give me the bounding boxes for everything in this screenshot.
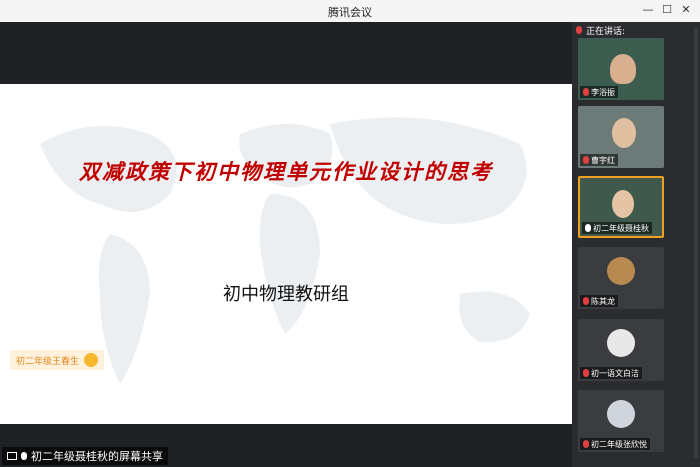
raised-hand-tag: 初二年级王春生: [10, 350, 105, 370]
participant-face: [612, 118, 636, 148]
world-map-background: [40, 117, 530, 384]
participant-face: [612, 190, 634, 218]
participant-name: 初二年级张欣悦: [580, 438, 650, 450]
participant-tile[interactable]: 李浴振: [578, 38, 664, 100]
screen-share-text: 初二年级聂桂秋的屏幕共享: [31, 450, 163, 463]
participant-tile[interactable]: 初二年级张欣悦: [578, 390, 664, 452]
mic-muted-icon: [576, 26, 582, 34]
participant-sidebar: 正在讲话: 李浴振 曹宇红 初二年级聂桂秋 陈其龙 初一语文白洁 初二年级张欣悦: [572, 22, 700, 467]
participant-tile-active[interactable]: 初二年级聂桂秋: [578, 176, 664, 238]
participant-name: 陈其龙: [580, 295, 618, 307]
participant-face: [610, 54, 636, 84]
minimize-icon[interactable]: —: [640, 2, 656, 18]
avatar: [607, 329, 635, 357]
participant-name: 初二年级聂桂秋: [582, 222, 652, 234]
screen-share-icon: [7, 452, 17, 460]
mic-muted-icon: [583, 369, 589, 377]
participant-name: 曹宇红: [580, 154, 618, 166]
participant-tile[interactable]: 曹宇红: [578, 106, 664, 168]
speaking-indicator: 正在讲话:: [572, 22, 700, 38]
mic-muted-icon: [583, 297, 589, 305]
mic-icon: [585, 224, 591, 232]
avatar: [607, 257, 635, 285]
participant-tile[interactable]: 陈其龙: [578, 247, 664, 309]
raised-hand-name: 初二年级王春生: [16, 356, 80, 367]
maximize-icon[interactable]: ☐: [659, 2, 675, 18]
window-title: 腾讯会议: [328, 6, 372, 19]
raise-hand-icon: [84, 353, 99, 367]
mic-muted-icon: [583, 440, 589, 448]
avatar: [607, 400, 635, 428]
mic-icon: [21, 452, 27, 460]
slide-subtitle: 初中物理教研组: [223, 284, 349, 305]
participant-name: 初一语文白洁: [580, 367, 642, 379]
title-bar: 腾讯会议 — ☐ ✕: [0, 0, 700, 22]
close-icon[interactable]: ✕: [678, 2, 694, 18]
mic-muted-icon: [583, 156, 589, 164]
slide-title: 双减政策下初中物理单元作业设计的思考: [79, 159, 493, 184]
presentation-slide: 双减政策下初中物理单元作业设计的思考 初中物理教研组 初二年级王春生: [0, 84, 572, 424]
sidebar-scrollbar[interactable]: [694, 28, 698, 458]
shared-screen-area: 双减政策下初中物理单元作业设计的思考 初中物理教研组 初二年级王春生 初二年级聂…: [0, 22, 572, 467]
participant-tile[interactable]: 初一语文白洁: [578, 319, 664, 381]
speaking-label: 正在讲话:: [586, 26, 626, 37]
screen-share-label: 初二年级聂桂秋的屏幕共享: [2, 447, 168, 465]
mic-muted-icon: [583, 88, 589, 96]
participant-name: 李浴振: [580, 86, 618, 98]
